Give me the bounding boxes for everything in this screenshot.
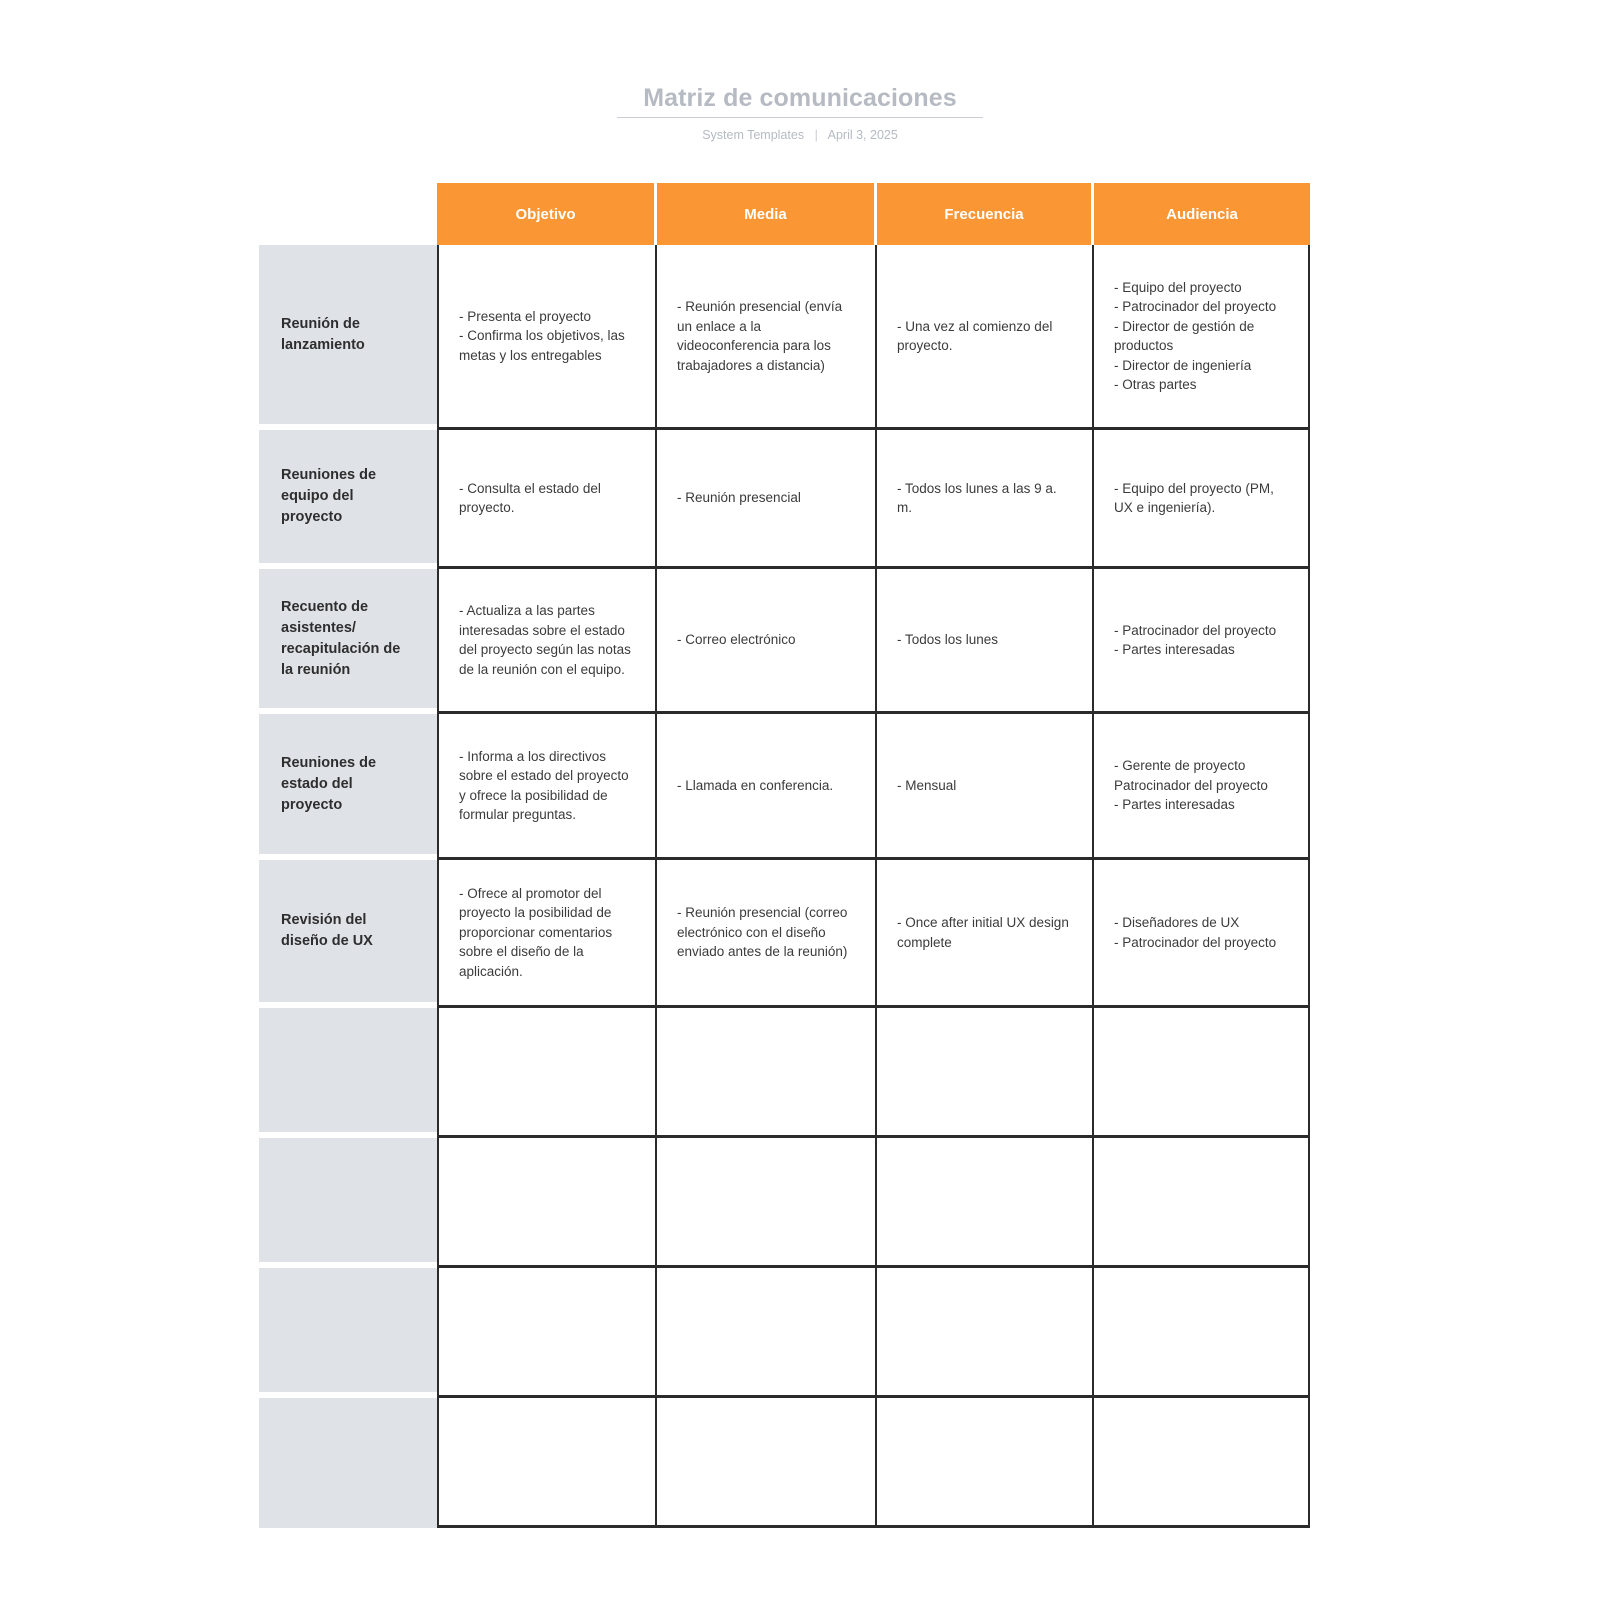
page-title: Matriz de comunicaciones xyxy=(643,84,957,112)
row-label xyxy=(259,1008,437,1138)
cell-audiencia[interactable]: - Equipo del proyecto (PM, UX e ingenier… xyxy=(1094,430,1310,569)
row-label: Reuniones de estado del proyecto xyxy=(259,714,437,860)
cell-audiencia[interactable] xyxy=(1094,1398,1310,1528)
communications-matrix-page: Matriz de comunicaciones System Template… xyxy=(0,0,1600,1600)
cell-audiencia[interactable]: - Equipo del proyecto - Patrocinador del… xyxy=(1094,245,1310,430)
column-header-objetivo: Objetivo xyxy=(437,183,657,245)
communications-matrix-table: Objetivo Media Frecuencia Audiencia Reunión … xyxy=(259,183,1310,1528)
row-label: Revisión del diseño de UX xyxy=(259,860,437,1008)
cell-frecuencia[interactable] xyxy=(877,1398,1094,1528)
cell-frecuencia[interactable] xyxy=(877,1008,1094,1138)
cell-frecuencia[interactable]: - Una vez al comienzo del proyecto. xyxy=(877,245,1094,430)
matrix-grid: Objetivo Media Frecuencia Audiencia Reunión … xyxy=(259,183,1310,1528)
cell-audiencia[interactable]: - Patrocinador del proyecto - Partes int… xyxy=(1094,569,1310,714)
cell-frecuencia[interactable] xyxy=(877,1138,1094,1268)
cell-audiencia[interactable] xyxy=(1094,1138,1310,1268)
cell-objetivo[interactable]: - Informa a los directivos sobre el esta… xyxy=(437,714,657,860)
column-header-audiencia: Audiencia xyxy=(1094,183,1310,245)
cell-objetivo[interactable] xyxy=(437,1138,657,1268)
cell-objetivo[interactable]: - Consulta el estado del proyecto. xyxy=(437,430,657,569)
cell-objetivo[interactable]: - Ofrece al promotor del proyecto la pos… xyxy=(437,860,657,1008)
row-label: Reunión de lanzamiento xyxy=(259,245,437,430)
document-date: April 3, 2025 xyxy=(827,128,898,142)
cell-frecuencia[interactable]: - Mensual xyxy=(877,714,1094,860)
cell-objetivo[interactable]: - Presenta el proyecto - Confirma los ob… xyxy=(437,245,657,430)
row-label xyxy=(259,1138,437,1268)
cell-audiencia[interactable] xyxy=(1094,1268,1310,1398)
cell-media[interactable]: - Reunión presencial (envía un enlace a … xyxy=(657,245,877,430)
cell-frecuencia[interactable]: - Once after initial UX design complete xyxy=(877,860,1094,1008)
cell-media[interactable] xyxy=(657,1268,877,1398)
cell-media[interactable]: - Correo electrónico xyxy=(657,569,877,714)
org-name: System Templates xyxy=(702,128,805,142)
document-header: Matriz de comunicaciones System Template… xyxy=(617,82,983,143)
row-label xyxy=(259,1268,437,1398)
row-label: Recuento de asistentes/ recapitulación d… xyxy=(259,569,437,714)
row-label xyxy=(259,1398,437,1528)
column-header-media: Media xyxy=(657,183,877,245)
header-row-corner-spacer xyxy=(259,183,437,245)
subtitle-separator: | xyxy=(814,128,818,142)
cell-media[interactable]: - Reunión presencial xyxy=(657,430,877,569)
cell-frecuencia[interactable]: - Todos los lunes xyxy=(877,569,1094,714)
cell-media[interactable] xyxy=(657,1008,877,1138)
column-header-frecuencia: Frecuencia xyxy=(877,183,1094,245)
cell-audiencia[interactable]: - Diseñadores de UX - Patrocinador del p… xyxy=(1094,860,1310,1008)
cell-media[interactable] xyxy=(657,1138,877,1268)
cell-objetivo[interactable] xyxy=(437,1008,657,1138)
row-label: Reuniones de equipo del proyecto xyxy=(259,430,437,569)
cell-media[interactable] xyxy=(657,1398,877,1528)
cell-audiencia[interactable]: - Gerente de proyecto Patrocinador del p… xyxy=(1094,714,1310,860)
cell-objetivo[interactable]: - Actualiza a las partes interesadas sob… xyxy=(437,569,657,714)
cell-media[interactable]: - Reunión presencial (correo electrónico… xyxy=(657,860,877,1008)
cell-frecuencia[interactable] xyxy=(877,1268,1094,1398)
document-subtitle: System Templates | April 3, 2025 xyxy=(617,127,983,143)
title-divider xyxy=(617,117,983,118)
cell-objetivo[interactable] xyxy=(437,1268,657,1398)
cell-media[interactable]: - Llamada en conferencia. xyxy=(657,714,877,860)
cell-frecuencia[interactable]: - Todos los lunes a las 9 a. m. xyxy=(877,430,1094,569)
cell-audiencia[interactable] xyxy=(1094,1008,1310,1138)
cell-objetivo[interactable] xyxy=(437,1398,657,1528)
